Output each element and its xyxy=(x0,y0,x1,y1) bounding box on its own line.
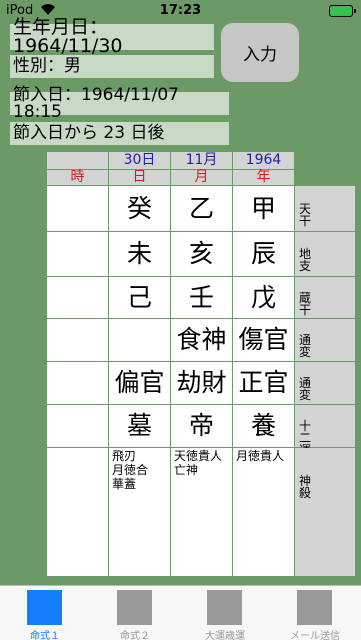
date-header-cell xyxy=(47,152,108,169)
pillar-value-0-1: 癸 xyxy=(126,194,152,223)
pillar-value-1-2: 亥 xyxy=(188,239,214,268)
date-header-1: 11月 xyxy=(185,152,218,168)
pillar-value-0-2: 乙 xyxy=(188,194,214,223)
pillar-value-5-3: 養 xyxy=(250,411,276,440)
pillar-value-2-2: 壬 xyxy=(188,283,214,312)
tab-0[interactable]: 命式１ xyxy=(0,586,90,640)
row-label-0: 天干 xyxy=(299,202,312,228)
tab-1[interactable]: 命式２ xyxy=(90,586,180,640)
table-cell xyxy=(233,448,294,576)
table-cell xyxy=(109,319,170,361)
shinsatsu-3: 月徳貴人 xyxy=(236,449,285,463)
row-label-4: 通変 xyxy=(299,376,312,402)
pillar-value-4-3: 正官 xyxy=(238,368,289,397)
shinsatsu-2: 天徳貴人 亡神 xyxy=(174,449,223,477)
shinsatsu-1: 飛刃 月徳合 華蓋 xyxy=(112,449,149,491)
row-label-1: 地支 xyxy=(299,247,312,273)
sex-field: 性別：男 xyxy=(10,55,214,78)
pillar-value-0-3: 甲 xyxy=(250,194,276,223)
pillar-value-1-1: 未 xyxy=(126,239,152,268)
tab-label: 命式１ xyxy=(30,631,60,640)
table-cell xyxy=(47,319,108,361)
pillar-header-3: 年 xyxy=(256,169,271,185)
pillar-header-0: 時 xyxy=(70,169,85,185)
tab-label: メール送信 xyxy=(290,631,340,640)
pillar-value-3-2: 食神 xyxy=(176,325,227,354)
tab-square-icon xyxy=(207,590,242,625)
table-cell xyxy=(47,186,108,231)
tab-3[interactable]: メール送信 xyxy=(270,586,360,640)
date-header-2: 1964 xyxy=(245,152,282,168)
tab-square-icon xyxy=(297,590,332,625)
tab-label: 大運歳運 xyxy=(205,631,245,640)
pillar-value-5-2: 帝 xyxy=(188,411,214,440)
pillar-value-3-3: 傷官 xyxy=(238,325,289,354)
table-cell xyxy=(47,277,108,318)
pillar-value-2-3: 戊 xyxy=(250,283,276,312)
pillar-value-2-1: 己 xyxy=(126,283,152,312)
birth-date-field: 生年月日：1964/11/30 xyxy=(10,18,214,56)
table-cell xyxy=(47,362,108,404)
row-label-2: 蔵干 xyxy=(299,291,312,317)
table-cell xyxy=(47,448,108,576)
pillar-value-4-2: 劫財 xyxy=(176,368,227,397)
table-cell xyxy=(47,232,108,276)
input-button[interactable]: 入力 xyxy=(221,23,299,82)
pillar-value-4-1: 偏官 xyxy=(114,368,165,397)
table-cell xyxy=(47,405,108,447)
tab-bar: 命式１ 命式２ 大運歳運 メール送信 xyxy=(0,585,361,640)
pillar-value-5-1: 墓 xyxy=(126,411,152,440)
row-label-6: 神殺 xyxy=(299,474,312,500)
tab-square-icon xyxy=(27,590,62,625)
pillar-value-1-3: 辰 xyxy=(250,239,276,268)
tab-2[interactable]: 大運歳運 xyxy=(180,586,270,640)
battery-icon xyxy=(329,5,356,17)
row-label-3: 通変 xyxy=(299,333,312,359)
days-after-field: 節入日から 23 日後 xyxy=(10,122,229,145)
pillar-header-2: 月 xyxy=(194,169,209,185)
setsu-date-field: 節入日：1964/11/07 18:15 xyxy=(10,86,229,120)
pillar-header-1: 日 xyxy=(132,169,147,185)
row-label-cell xyxy=(295,448,355,576)
tab-label: 命式２ xyxy=(120,631,150,640)
tab-square-icon xyxy=(117,590,152,625)
date-header-0: 30日 xyxy=(123,152,156,168)
